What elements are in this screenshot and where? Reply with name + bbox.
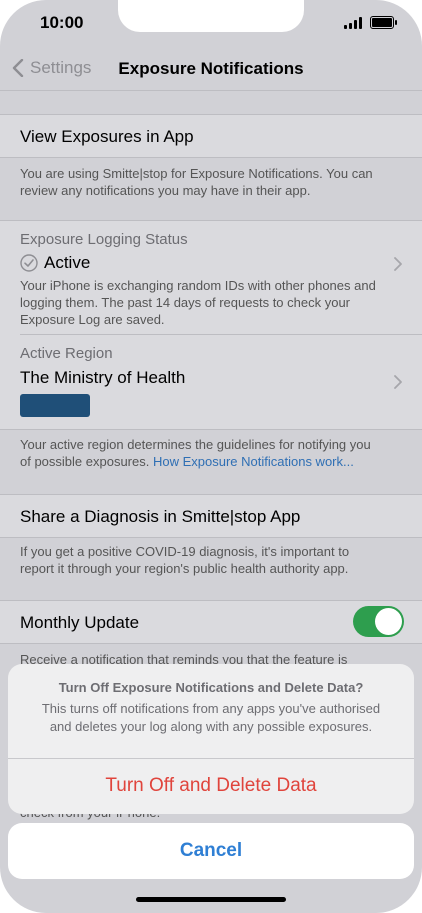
region-note: Your active region determines the guidel…	[20, 436, 384, 470]
status-bar: 10:00	[0, 0, 422, 48]
chevron-right-icon	[394, 375, 402, 389]
view-exposures-link[interactable]: View Exposures in App	[20, 127, 194, 147]
logging-note: Your iPhone is exchanging random IDs wit…	[20, 278, 376, 327]
redacted-block	[20, 394, 90, 417]
logging-header: Exposure Logging Status	[20, 231, 188, 248]
region-name[interactable]: The Ministry of Health	[20, 368, 185, 388]
share-note: If you get a positive COVID-19 diagnosis…	[20, 544, 350, 576]
navigation-bar: Settings Exposure Notifications	[0, 48, 422, 91]
logging-status-row[interactable]: Active	[20, 253, 90, 273]
monthly-update-toggle[interactable]	[353, 606, 404, 637]
row-separator	[20, 334, 422, 335]
notch	[118, 0, 304, 32]
view-exposures-row[interactable]: View Exposures in App	[0, 114, 422, 158]
monthly-update-label: Monthly Update	[20, 613, 140, 632]
sheet-message: This turns off notifications from any ap…	[41, 701, 381, 734]
cancel-button[interactable]: Cancel	[8, 823, 414, 879]
turn-off-delete-button[interactable]: Turn Off and Delete Data	[8, 758, 414, 814]
status-region-group: Exposure Logging Status Active Your iPho…	[0, 220, 422, 430]
status-time: 10:00	[40, 13, 84, 32]
cellular-signal-icon	[344, 17, 364, 29]
share-diagnosis-link[interactable]: Share a Diagnosis in Smitte|stop App	[20, 507, 300, 527]
home-indicator	[136, 897, 286, 902]
battery-icon	[370, 16, 397, 29]
phone-screen: 10:00 Settings Exposure Notifications Vi…	[0, 0, 422, 913]
chevron-right-icon	[394, 257, 402, 271]
checkmark-circle-icon	[20, 254, 38, 272]
action-sheet: Turn Off Exposure Notifications and Dele…	[8, 664, 414, 814]
how-it-works-link[interactable]: How Exposure Notifications work...	[153, 454, 354, 469]
sheet-title: Turn Off Exposure Notifications and Dele…	[58, 680, 364, 695]
view-exposures-note: You are using Smitte|stop for Exposure N…	[20, 166, 373, 198]
page-title: Exposure Notifications	[118, 59, 304, 78]
share-diagnosis-row[interactable]: Share a Diagnosis in Smitte|stop App	[0, 494, 422, 538]
monthly-update-row: Monthly Update	[0, 600, 422, 644]
logging-status: Active	[44, 253, 91, 272]
region-header: Active Region	[20, 345, 113, 362]
